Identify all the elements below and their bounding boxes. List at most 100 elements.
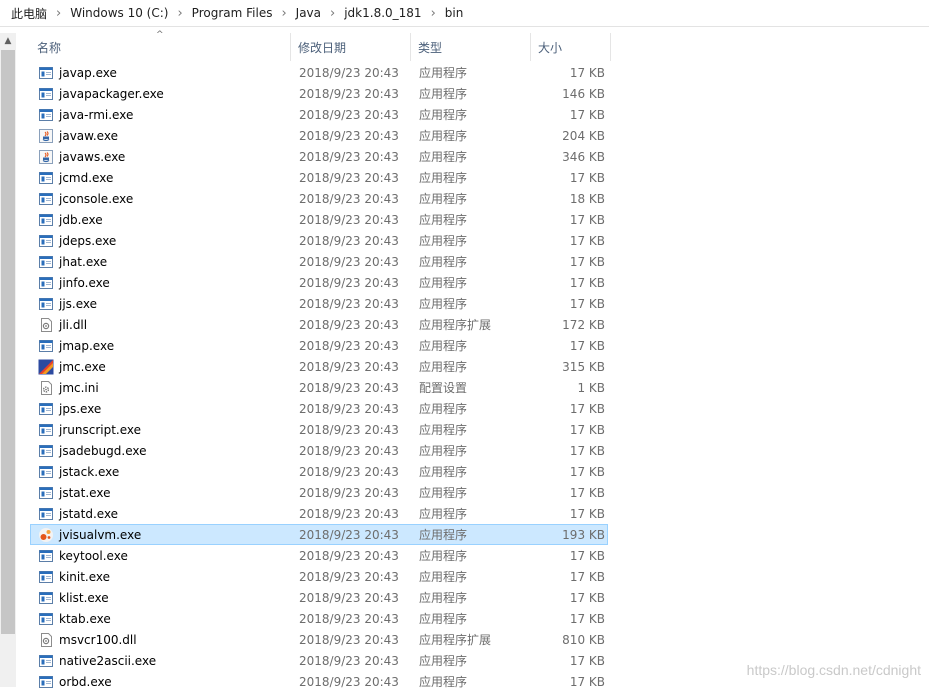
file-row[interactable]: jrunscript.exe 2018/9/23 20:43 应用程序 17 KB bbox=[30, 419, 608, 440]
file-name-cell[interactable]: jhat.exe bbox=[31, 254, 292, 270]
file-row[interactable]: msvcr100.dll 2018/9/23 20:43 应用程序扩展 810 KB bbox=[30, 629, 608, 650]
file-row[interactable]: jdeps.exe 2018/9/23 20:43 应用程序 17 KB bbox=[30, 230, 608, 251]
vertical-scrollbar[interactable]: ▲ bbox=[0, 33, 16, 687]
file-name-cell[interactable]: keytool.exe bbox=[31, 548, 292, 564]
breadcrumb-jdk[interactable]: jdk1.8.0_181 bbox=[341, 6, 424, 20]
file-name-cell[interactable]: jdb.exe bbox=[31, 212, 292, 228]
file-row[interactable]: jps.exe 2018/9/23 20:43 应用程序 17 KB bbox=[30, 398, 608, 419]
file-date: 2018/9/23 20:43 bbox=[299, 65, 399, 80]
file-date: 2018/9/23 20:43 bbox=[299, 128, 399, 143]
chevron-right-icon[interactable]: › bbox=[50, 6, 67, 21]
file-row[interactable]: jmap.exe 2018/9/23 20:43 应用程序 17 KB bbox=[30, 335, 608, 356]
file-name: ktab.exe bbox=[59, 611, 111, 626]
file-name-cell[interactable]: javap.exe bbox=[31, 65, 292, 81]
file-name-cell[interactable]: jcmd.exe bbox=[31, 170, 292, 186]
file-date: 2018/9/23 20:43 bbox=[299, 317, 399, 332]
file-name-cell[interactable]: jli.dll bbox=[31, 317, 292, 333]
file-name-cell[interactable]: jstat.exe bbox=[31, 485, 292, 501]
file-row[interactable]: orbd.exe 2018/9/23 20:43 应用程序 17 KB bbox=[30, 671, 608, 692]
breadcrumb: 此电脑 › Windows 10 (C:) › Program Files › … bbox=[0, 0, 929, 27]
file-name-cell[interactable]: jconsole.exe bbox=[31, 191, 292, 207]
file-name-cell[interactable]: jdeps.exe bbox=[31, 233, 292, 249]
file-name-cell[interactable]: ktab.exe bbox=[31, 611, 292, 627]
file-name-cell[interactable]: jinfo.exe bbox=[31, 275, 292, 291]
file-row[interactable]: kinit.exe 2018/9/23 20:43 应用程序 17 KB bbox=[30, 566, 608, 587]
file-name-cell[interactable]: jstatd.exe bbox=[31, 506, 292, 522]
file-name-cell[interactable]: java-rmi.exe bbox=[31, 107, 292, 123]
file-name-cell[interactable]: javaws.exe bbox=[31, 149, 292, 165]
file-name-cell[interactable]: jmap.exe bbox=[31, 338, 292, 354]
file-name: jvisualvm.exe bbox=[59, 527, 142, 542]
file-name-cell[interactable]: javapackager.exe bbox=[31, 86, 292, 102]
file-row[interactable]: jinfo.exe 2018/9/23 20:43 应用程序 17 KB bbox=[30, 272, 608, 293]
file-row[interactable]: javaws.exe 2018/9/23 20:43 应用程序 346 KB bbox=[30, 146, 608, 167]
file-name-cell[interactable]: jsadebugd.exe bbox=[31, 443, 292, 459]
sort-ascending-icon: ^ bbox=[156, 30, 164, 40]
column-header-size[interactable]: 大小 bbox=[531, 33, 611, 61]
column-header-name[interactable]: ^ 名称 bbox=[30, 30, 291, 61]
chevron-right-icon[interactable]: › bbox=[275, 6, 292, 21]
chevron-right-icon[interactable]: › bbox=[324, 6, 341, 21]
file-type: 应用程序 bbox=[419, 402, 468, 416]
file-name-cell[interactable]: jjs.exe bbox=[31, 296, 292, 312]
file-row[interactable]: jstat.exe 2018/9/23 20:43 应用程序 17 KB bbox=[30, 482, 608, 503]
file-name-cell[interactable]: jvisualvm.exe bbox=[31, 527, 292, 543]
file-name-cell[interactable]: native2ascii.exe bbox=[31, 653, 292, 669]
scroll-up-arrow-icon[interactable]: ▲ bbox=[0, 33, 16, 49]
file-size: 17 KB bbox=[569, 653, 605, 668]
file-row[interactable]: keytool.exe 2018/9/23 20:43 应用程序 17 KB bbox=[30, 545, 608, 566]
file-name-cell[interactable]: orbd.exe bbox=[31, 674, 292, 690]
file-name-cell[interactable]: msvcr100.dll bbox=[31, 632, 292, 648]
file-name-cell[interactable]: jps.exe bbox=[31, 401, 292, 417]
file-row[interactable]: native2ascii.exe 2018/9/23 20:43 应用程序 17 KB bbox=[30, 650, 608, 671]
file-name: jsadebugd.exe bbox=[59, 443, 147, 458]
column-header-date[interactable]: 修改日期 bbox=[291, 33, 411, 61]
breadcrumb-program-files[interactable]: Program Files bbox=[189, 6, 276, 20]
file-row[interactable]: jstack.exe 2018/9/23 20:43 应用程序 17 KB bbox=[30, 461, 608, 482]
file-row[interactable]: jconsole.exe 2018/9/23 20:43 应用程序 18 KB bbox=[30, 188, 608, 209]
file-row[interactable]: jmc.ini 2018/9/23 20:43 配置设置 1 KB bbox=[30, 377, 608, 398]
chevron-right-icon[interactable]: › bbox=[171, 6, 188, 21]
breadcrumb-this-pc[interactable]: 此电脑 bbox=[8, 5, 50, 22]
file-row[interactable]: klist.exe 2018/9/23 20:43 应用程序 17 KB bbox=[30, 587, 608, 608]
file-row[interactable]: java-rmi.exe 2018/9/23 20:43 应用程序 17 KB bbox=[30, 104, 608, 125]
exe-icon bbox=[38, 674, 54, 690]
file-type: 应用程序 bbox=[419, 486, 468, 500]
breadcrumb-bin[interactable]: bin bbox=[442, 6, 467, 20]
file-size: 17 KB bbox=[569, 506, 605, 521]
file-type: 应用程序 bbox=[419, 276, 468, 290]
column-header-type[interactable]: 类型 bbox=[411, 33, 531, 61]
chevron-right-icon[interactable]: › bbox=[425, 6, 442, 21]
file-row[interactable]: javaw.exe 2018/9/23 20:43 应用程序 204 KB bbox=[30, 125, 608, 146]
file-type: 应用程序 bbox=[419, 171, 468, 185]
file-date: 2018/9/23 20:43 bbox=[299, 443, 399, 458]
file-name-cell[interactable]: jrunscript.exe bbox=[31, 422, 292, 438]
file-name-cell[interactable]: jmc.ini bbox=[31, 380, 292, 396]
file-name-cell[interactable]: klist.exe bbox=[31, 590, 292, 606]
file-row[interactable]: jstatd.exe 2018/9/23 20:43 应用程序 17 KB bbox=[30, 503, 608, 524]
file-size: 17 KB bbox=[569, 275, 605, 290]
breadcrumb-c-drive[interactable]: Windows 10 (C:) bbox=[67, 6, 171, 20]
file-row[interactable]: ktab.exe 2018/9/23 20:43 应用程序 17 KB bbox=[30, 608, 608, 629]
file-row[interactable]: jjs.exe 2018/9/23 20:43 应用程序 17 KB bbox=[30, 293, 608, 314]
file-date: 2018/9/23 20:43 bbox=[299, 422, 399, 437]
file-name: orbd.exe bbox=[59, 674, 112, 689]
file-name-cell[interactable]: kinit.exe bbox=[31, 569, 292, 585]
file-name-cell[interactable]: jstack.exe bbox=[31, 464, 292, 480]
breadcrumb-java[interactable]: Java bbox=[293, 6, 324, 20]
file-row[interactable]: jvisualvm.exe 2018/9/23 20:43 应用程序 193 KB bbox=[30, 524, 608, 545]
file-row[interactable]: jli.dll 2018/9/23 20:43 应用程序扩展 172 KB bbox=[30, 314, 608, 335]
file-name-cell[interactable]: javaw.exe bbox=[31, 128, 292, 144]
file-row[interactable]: jdb.exe 2018/9/23 20:43 应用程序 17 KB bbox=[30, 209, 608, 230]
file-row[interactable]: jcmd.exe 2018/9/23 20:43 应用程序 17 KB bbox=[30, 167, 608, 188]
file-row[interactable]: jhat.exe 2018/9/23 20:43 应用程序 17 KB bbox=[30, 251, 608, 272]
file-row[interactable]: javapackager.exe 2018/9/23 20:43 应用程序 146 K… bbox=[30, 83, 608, 104]
file-row[interactable]: jsadebugd.exe 2018/9/23 20:43 应用程序 17 KB bbox=[30, 440, 608, 461]
file-date: 2018/9/23 20:43 bbox=[299, 380, 399, 395]
file-row[interactable]: jmc.exe 2018/9/23 20:43 应用程序 315 KB bbox=[30, 356, 608, 377]
scrollbar-thumb[interactable] bbox=[1, 50, 15, 634]
file-row[interactable]: javap.exe 2018/9/23 20:43 应用程序 17 KB bbox=[30, 62, 608, 83]
file-name-cell[interactable]: jmc.exe bbox=[31, 359, 292, 375]
file-name: jps.exe bbox=[59, 401, 102, 416]
file-size: 17 KB bbox=[569, 233, 605, 248]
